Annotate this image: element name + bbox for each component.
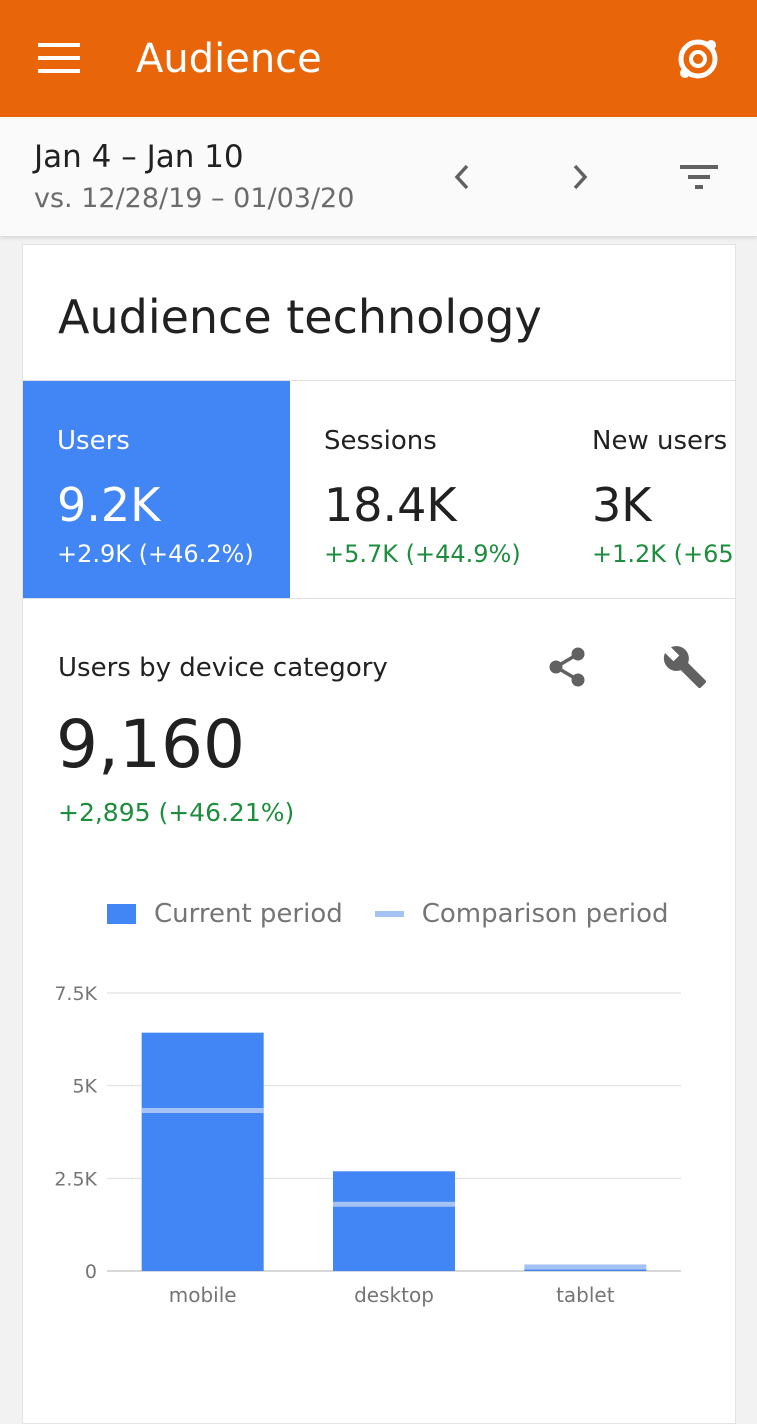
legend-comparison: Comparison period: [374, 899, 669, 929]
legend-swatch-current: [107, 904, 136, 924]
tab-value: 9.2K: [57, 478, 161, 532]
audience-technology-card: Audience technology Users 9.2K +2.9K (+4…: [22, 244, 736, 1424]
tab-value: 18.4K: [324, 478, 457, 532]
tab-delta: +1.2K (+65.2: [592, 540, 735, 568]
legend-swatch-comparison: [374, 911, 404, 917]
x-tick-label: mobile: [169, 1283, 237, 1307]
x-tick-label: tablet: [556, 1283, 615, 1307]
comparison-range-label[interactable]: vs. 12/28/19 – 01/03/20: [34, 181, 354, 217]
tab-sessions[interactable]: Sessions 18.4K +5.7K (+44.9%): [290, 381, 558, 598]
menu-icon: [38, 43, 80, 73]
bar-comparison-desktop: [333, 1201, 455, 1207]
bar-current-tablet: [524, 1269, 647, 1271]
metric-delta: +2,895 (+46.21%): [58, 798, 295, 827]
previous-period-button[interactable]: [436, 151, 488, 203]
menu-button[interactable]: [28, 30, 90, 86]
page-title: Audience: [136, 36, 322, 82]
date-range-bar: Jan 4 – Jan 10 vs. 12/28/19 – 01/03/20: [0, 117, 757, 236]
bar-current-desktop: [333, 1171, 455, 1271]
filter-icon: [680, 165, 718, 189]
bar-comparison-tablet: [524, 1264, 647, 1270]
wrench-icon: [663, 646, 707, 689]
device-category-chart: 0 2.5K 5K 7.5K mobile desktop tablet: [54, 983, 681, 1307]
legend-current-label: Current period: [154, 899, 343, 929]
legend-current: Current period: [107, 899, 343, 929]
legend-comparison-label: Comparison period: [421, 899, 669, 929]
bar-current-mobile: [141, 1032, 264, 1271]
tab-value: 3K: [592, 478, 652, 532]
app-bar: Audience: [0, 0, 757, 117]
metric-label: Users by device category: [58, 653, 388, 683]
metric-tabs: Users 9.2K +2.9K (+46.2%) Sessions 18.4K…: [23, 380, 735, 599]
tab-new-users[interactable]: New users 3K +1.2K (+65.2: [558, 381, 735, 598]
tab-label: Sessions: [324, 426, 437, 456]
filter-button[interactable]: [670, 151, 728, 203]
tab-delta: +2.9K (+46.2%): [57, 540, 254, 568]
metric-value: 9,160: [56, 706, 245, 783]
customize-button[interactable]: [657, 641, 713, 693]
next-period-button[interactable]: [554, 151, 606, 203]
tab-label: New users: [592, 426, 728, 456]
tab-label: Users: [57, 426, 130, 456]
x-tick-label: desktop: [354, 1283, 434, 1307]
account-switch-button[interactable]: [666, 30, 730, 88]
chevron-left-icon: [454, 164, 469, 190]
share-icon: [549, 647, 585, 687]
chevron-right-icon: [573, 164, 588, 190]
chart-legend: Current period Comparison period: [107, 897, 701, 931]
card-title: Audience technology: [58, 290, 542, 344]
bar-comparison-mobile: [141, 1108, 264, 1114]
y-tick-label: 0: [85, 1261, 97, 1283]
share-button[interactable]: [541, 641, 593, 693]
account-switch-icon: [678, 39, 718, 79]
y-tick-label: 2.5K: [54, 1168, 97, 1190]
y-tick-label: 5K: [72, 1076, 97, 1098]
tab-users[interactable]: Users 9.2K +2.9K (+46.2%): [23, 381, 290, 598]
tab-delta: +5.7K (+44.9%): [324, 540, 521, 568]
date-range-label[interactable]: Jan 4 – Jan 10: [34, 137, 244, 177]
y-tick-label: 7.5K: [54, 983, 97, 1005]
